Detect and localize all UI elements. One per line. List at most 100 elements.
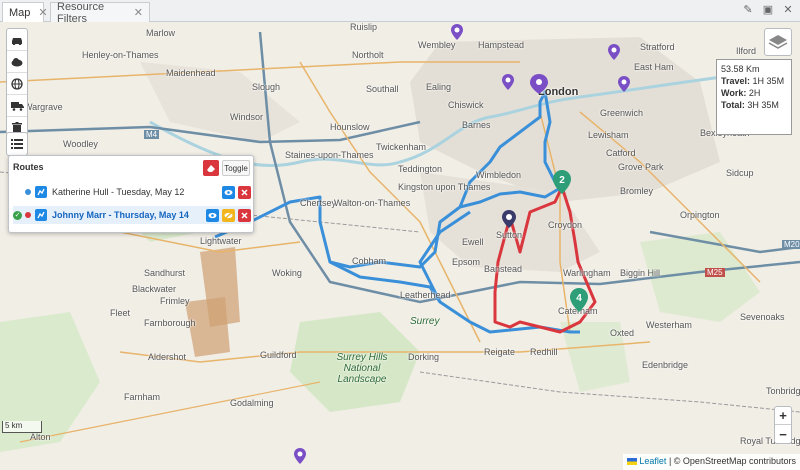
place-label: Slough [252, 82, 281, 92]
place-label: Wimbledon [476, 170, 522, 180]
location-pin-icon[interactable] [608, 44, 620, 60]
road-label: M25 [705, 268, 725, 277]
route-icon [35, 186, 47, 198]
road-label: M4 [144, 130, 160, 139]
place-label: Redhill [530, 347, 558, 357]
close-icon[interactable]: ✕ [38, 6, 47, 19]
place-label: Wembley [418, 40, 456, 50]
routes-list-button[interactable] [6, 132, 28, 156]
osm-credit[interactable]: © OpenStreetMap contributors [674, 456, 796, 466]
view-route-button[interactable] [206, 208, 219, 222]
close-window-icon[interactable]: ✕ [782, 4, 794, 16]
route-color-dot [25, 212, 31, 218]
route-item[interactable]: ✓ Johnny Marr - Thursday, May 14 [13, 206, 251, 224]
total-row: Total: 3H 35M [721, 99, 787, 111]
place-label: Ruislip [350, 22, 378, 32]
hide-route-button[interactable] [222, 208, 235, 222]
eraser-icon [207, 164, 215, 172]
toggle-button[interactable]: Toggle [222, 160, 250, 176]
list-icon [11, 139, 23, 149]
layers-icon [768, 35, 788, 49]
route-item[interactable]: Katherine Hull - Tuesday, May 12 [13, 183, 251, 201]
total-label: Total: [721, 100, 745, 110]
truck-icon [10, 101, 24, 111]
place-label: Farnborough [144, 318, 196, 328]
place-label: Tonbridge [766, 386, 800, 396]
distance-value: 53.58 Km [721, 64, 760, 74]
map-base [0, 31, 800, 452]
place-label: Alton [30, 432, 51, 442]
place-label: Henley-on-Thames [82, 50, 159, 60]
stop-marker-label: 2 [559, 175, 565, 186]
map-canvas[interactable]: Marlow Henley-on-Thames Maidenhead Sloug… [0, 22, 800, 470]
tab-map[interactable]: Map ✕ [2, 2, 48, 22]
place-label: Sandhurst [144, 268, 186, 278]
place-label: Walton-on-Thames [334, 198, 411, 208]
edit-icon[interactable]: ✎ [742, 4, 754, 16]
place-label: Warlingham [563, 268, 611, 278]
place-label: Oxted [610, 328, 635, 338]
globe-button[interactable] [7, 73, 27, 95]
location-pin-icon[interactable] [530, 74, 548, 94]
cloud-button[interactable] [7, 51, 27, 73]
location-pin-icon[interactable] [451, 24, 463, 40]
place-label: Farnham [124, 392, 161, 402]
place-label: Dorking [408, 352, 440, 362]
layers-button[interactable] [764, 28, 792, 56]
zoom-in-button[interactable]: + [775, 407, 791, 425]
route-summary: 53.58 Km Travel: 1H 35M Work: 2H Total: … [716, 59, 792, 135]
start-marker-icon[interactable] [502, 210, 516, 228]
work-value: 2H [748, 88, 761, 98]
place-label: Cobham [352, 256, 387, 266]
check-icon: ✓ [13, 210, 22, 220]
location-pin-icon[interactable] [502, 74, 514, 90]
place-label: Sevenoaks [740, 312, 785, 322]
place-label: Leatherhead [400, 290, 451, 300]
route-label: Johnny Marr - Thursday, May 14 [52, 210, 189, 220]
place-label: Bromley [620, 186, 654, 196]
close-icon[interactable]: ✕ [134, 6, 143, 19]
remove-route-button[interactable] [238, 208, 251, 222]
travel-value: 1H 35M [752, 76, 785, 86]
place-label: Ewell [462, 237, 484, 247]
place-label: Blackwater [132, 284, 177, 294]
location-pin-icon[interactable] [294, 448, 306, 464]
place-label: Lewisham [588, 130, 629, 140]
travel-label: Travel: [721, 76, 751, 86]
place-label: Lightwater [200, 236, 242, 246]
stop-marker[interactable]: 2 [553, 170, 571, 194]
place-label: Marlow [146, 28, 176, 38]
car-button[interactable] [7, 29, 27, 51]
place-label: Reigate [484, 347, 516, 357]
window-icon[interactable]: ▣ [762, 4, 774, 16]
place-label: Wargrave [24, 102, 63, 112]
place-label: Chertsey [300, 198, 337, 208]
place-label: Staines-upon-Thames [285, 150, 374, 160]
location-pin-icon[interactable] [618, 76, 630, 92]
zoom-out-button[interactable]: − [775, 425, 791, 443]
place-label: Croydon [548, 220, 583, 230]
place-label: Barnes [462, 120, 491, 130]
routes-panel: Routes Toggle Katherine Hull - Tuesday, … [8, 155, 254, 233]
stop-marker-label: 4 [576, 293, 582, 304]
place-label: Surrey Hills National Landscape [336, 352, 388, 385]
route-label: Katherine Hull - Tuesday, May 12 [52, 187, 185, 197]
truck-button[interactable] [7, 95, 27, 117]
place-label: Stratford [640, 42, 675, 52]
stop-marker[interactable]: 4 [570, 288, 588, 312]
tab-map-label: Map [9, 6, 31, 19]
tab-resource-filters[interactable]: Resource Filters ✕ [50, 1, 150, 25]
remove-route-button[interactable] [238, 185, 251, 199]
place-label: Frimley [160, 296, 190, 306]
place-label: Windsor [230, 112, 264, 122]
place-label: Surrey [410, 316, 440, 327]
place-label: Ilford [736, 46, 757, 56]
place-label: Ealing [426, 82, 452, 92]
eye-icon [224, 189, 233, 195]
view-route-button[interactable] [222, 185, 235, 199]
erase-routes-button[interactable] [203, 160, 219, 176]
place-label: Godalming [230, 398, 274, 408]
leaflet-link[interactable]: Leaflet [639, 456, 666, 466]
separator: | [668, 456, 672, 466]
place-label: Chiswick [448, 100, 484, 110]
